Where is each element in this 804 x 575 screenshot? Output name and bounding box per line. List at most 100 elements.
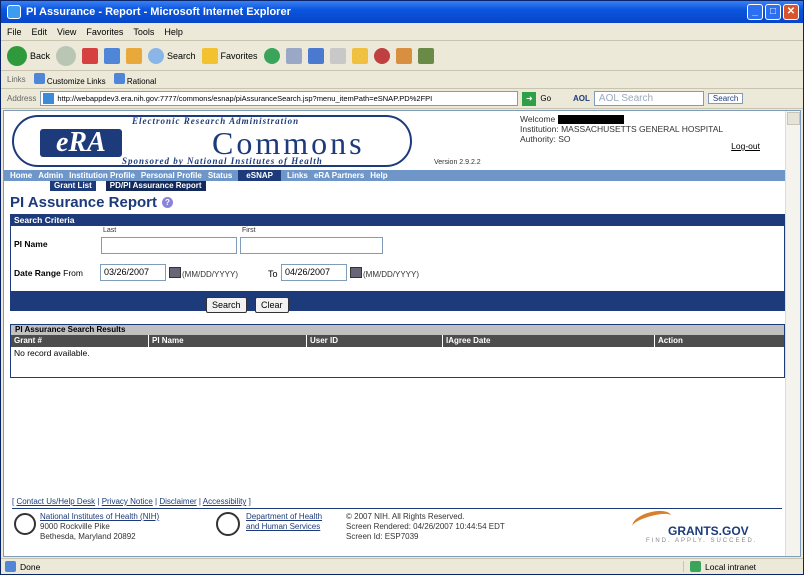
forward-button[interactable] <box>56 45 77 66</box>
address-input[interactable]: http://webappdev3.era.nih.gov:7777/commo… <box>40 91 519 106</box>
search-button[interactable]: Search <box>148 47 196 64</box>
calendar-icon[interactable] <box>169 267 181 278</box>
forward-arrow-icon <box>56 45 77 66</box>
sub-nav: Grant List PD/PI Assurance Report <box>4 181 787 191</box>
nav-status[interactable]: Status <box>208 171 232 180</box>
col-grant: Grant # <box>11 335 149 347</box>
accessibility-link[interactable]: Accessibility <box>203 497 247 506</box>
ie-icon <box>7 5 21 19</box>
nav-era-partners[interactable]: eRA Partners <box>314 171 364 180</box>
from-date-input[interactable]: 03/26/2007 <box>100 264 166 281</box>
criteria-divider-bar <box>11 291 784 311</box>
first-name-input[interactable] <box>240 237 383 254</box>
results-columns: Grant # PI Name User ID IAgree Date Acti… <box>11 335 784 347</box>
help-icon[interactable]: ? <box>162 197 173 208</box>
contact-us-link[interactable]: Contact Us/Help Desk <box>16 497 95 506</box>
page-icon <box>33 73 45 84</box>
to-label: To <box>268 269 278 279</box>
copyright-block: © 2007 NIH. All Rights Reserved. Screen … <box>346 512 505 541</box>
aol-search-button[interactable]: Search <box>707 93 744 104</box>
to-format-hint: (MM/DD/YYYY) <box>363 270 419 279</box>
messenger-icon[interactable] <box>395 47 412 64</box>
search-criteria-header: Search Criteria <box>11 215 784 226</box>
nih-link[interactable]: National Institutes of Health (NIH) <box>40 512 159 521</box>
nav-personal-profile[interactable]: Personal Profile <box>141 171 202 180</box>
calendar-icon[interactable] <box>350 267 362 278</box>
aol-button[interactable]: AOL <box>573 94 590 103</box>
folder-icon[interactable] <box>351 47 368 64</box>
nav-home[interactable]: Home <box>10 171 32 180</box>
nav-help[interactable]: Help <box>370 171 387 180</box>
date-range-label: Date Range From <box>14 268 83 278</box>
browser-window: PI Assurance - Report - Microsoft Intern… <box>0 0 804 575</box>
address-label: Address <box>7 94 37 103</box>
edit-icon[interactable] <box>329 47 346 64</box>
intranet-icon <box>690 561 701 572</box>
pi-name-label: PI Name <box>14 239 48 249</box>
first-label: First <box>242 227 256 234</box>
minimize-button[interactable]: _ <box>747 4 763 20</box>
nih-logo <box>14 513 36 535</box>
block-icon[interactable] <box>373 47 390 64</box>
menu-help[interactable]: Help <box>164 27 183 37</box>
vertical-scrollbar[interactable] <box>785 111 800 556</box>
hhs-link[interactable]: Department of Health and Human Services <box>246 512 322 532</box>
address-bar: Address http://webappdev3.era.nih.gov:77… <box>1 89 803 109</box>
links-bar: Links Customize Links Rational <box>1 71 803 89</box>
menu-file[interactable]: File <box>7 27 22 37</box>
menu-edit[interactable]: Edit <box>32 27 48 37</box>
refresh-icon[interactable] <box>104 47 121 64</box>
menu-bar: File Edit View Favorites Tools Help <box>1 23 803 41</box>
version-label: Version 2.9.2.2 <box>434 159 481 166</box>
nav-institution-profile[interactable]: Institution Profile <box>69 171 135 180</box>
to-date-input[interactable]: 04/26/2007 <box>281 264 347 281</box>
col-pi-name: PI Name <box>149 335 307 347</box>
back-button[interactable]: Back <box>7 45 50 66</box>
nav-links[interactable]: Links <box>287 171 308 180</box>
history-icon[interactable] <box>263 47 280 64</box>
disclaimer-link[interactable]: Disclaimer <box>159 497 196 506</box>
menu-view[interactable]: View <box>57 27 76 37</box>
favorites-button[interactable]: Favorites <box>201 47 258 64</box>
aol-search-input[interactable]: AOL Search <box>593 91 704 106</box>
nav-admin[interactable]: Admin <box>38 171 63 180</box>
window-title: PI Assurance - Report - Microsoft Intern… <box>26 6 291 18</box>
stop-icon[interactable] <box>82 47 99 64</box>
search-criteria-panel: Search Criteria PI Name Last First Date … <box>10 214 785 311</box>
hhs-logo <box>216 512 240 536</box>
home-icon[interactable] <box>126 47 143 64</box>
toolbar: Back Search Favorites <box>1 41 803 71</box>
maximize-button[interactable]: □ <box>765 4 781 20</box>
subnav-grant-list[interactable]: Grant List <box>50 181 96 191</box>
page-title: PI Assurance Report ? <box>10 194 173 211</box>
grants-gov-logo[interactable]: GRANTS.GOV FIND. APPLY. SUCCEED. <box>624 507 784 544</box>
search-icon <box>148 47 165 64</box>
privacy-notice-link[interactable]: Privacy Notice <box>102 497 153 506</box>
security-zone: Local intranet <box>683 561 793 572</box>
menu-tools[interactable]: Tools <box>133 27 154 37</box>
page-icon <box>43 93 55 104</box>
nav-esnap[interactable]: eSNAP <box>238 170 281 181</box>
close-button[interactable]: ✕ <box>783 4 799 20</box>
user-name-redacted <box>557 115 624 125</box>
print-icon[interactable] <box>307 47 324 64</box>
subnav-pi-assurance-report[interactable]: PD/PI Assurance Report <box>105 181 206 191</box>
era-commons-logo: Electronic Research Administration eRA C… <box>12 115 412 167</box>
clear-button[interactable]: Clear <box>255 297 289 313</box>
go-icon[interactable]: ➜ <box>522 91 537 106</box>
link-rational[interactable]: Rational <box>113 73 156 86</box>
status-text: Done <box>20 561 41 572</box>
last-name-input[interactable] <box>101 237 237 254</box>
mail-icon[interactable] <box>285 47 302 64</box>
research-icon[interactable] <box>417 47 434 64</box>
menu-favorites[interactable]: Favorites <box>86 27 123 37</box>
last-label: Last <box>103 227 117 234</box>
status-bar: Done Local intranet <box>1 558 803 574</box>
link-customize[interactable]: Customize Links <box>33 73 106 86</box>
search-button[interactable]: Search <box>206 297 247 313</box>
col-user-id: User ID <box>307 335 443 347</box>
col-iagree-date: IAgree Date <box>443 335 655 347</box>
go-button[interactable]: Go <box>540 94 551 103</box>
star-icon <box>201 47 218 64</box>
logout-link[interactable]: Log-out <box>731 141 760 151</box>
